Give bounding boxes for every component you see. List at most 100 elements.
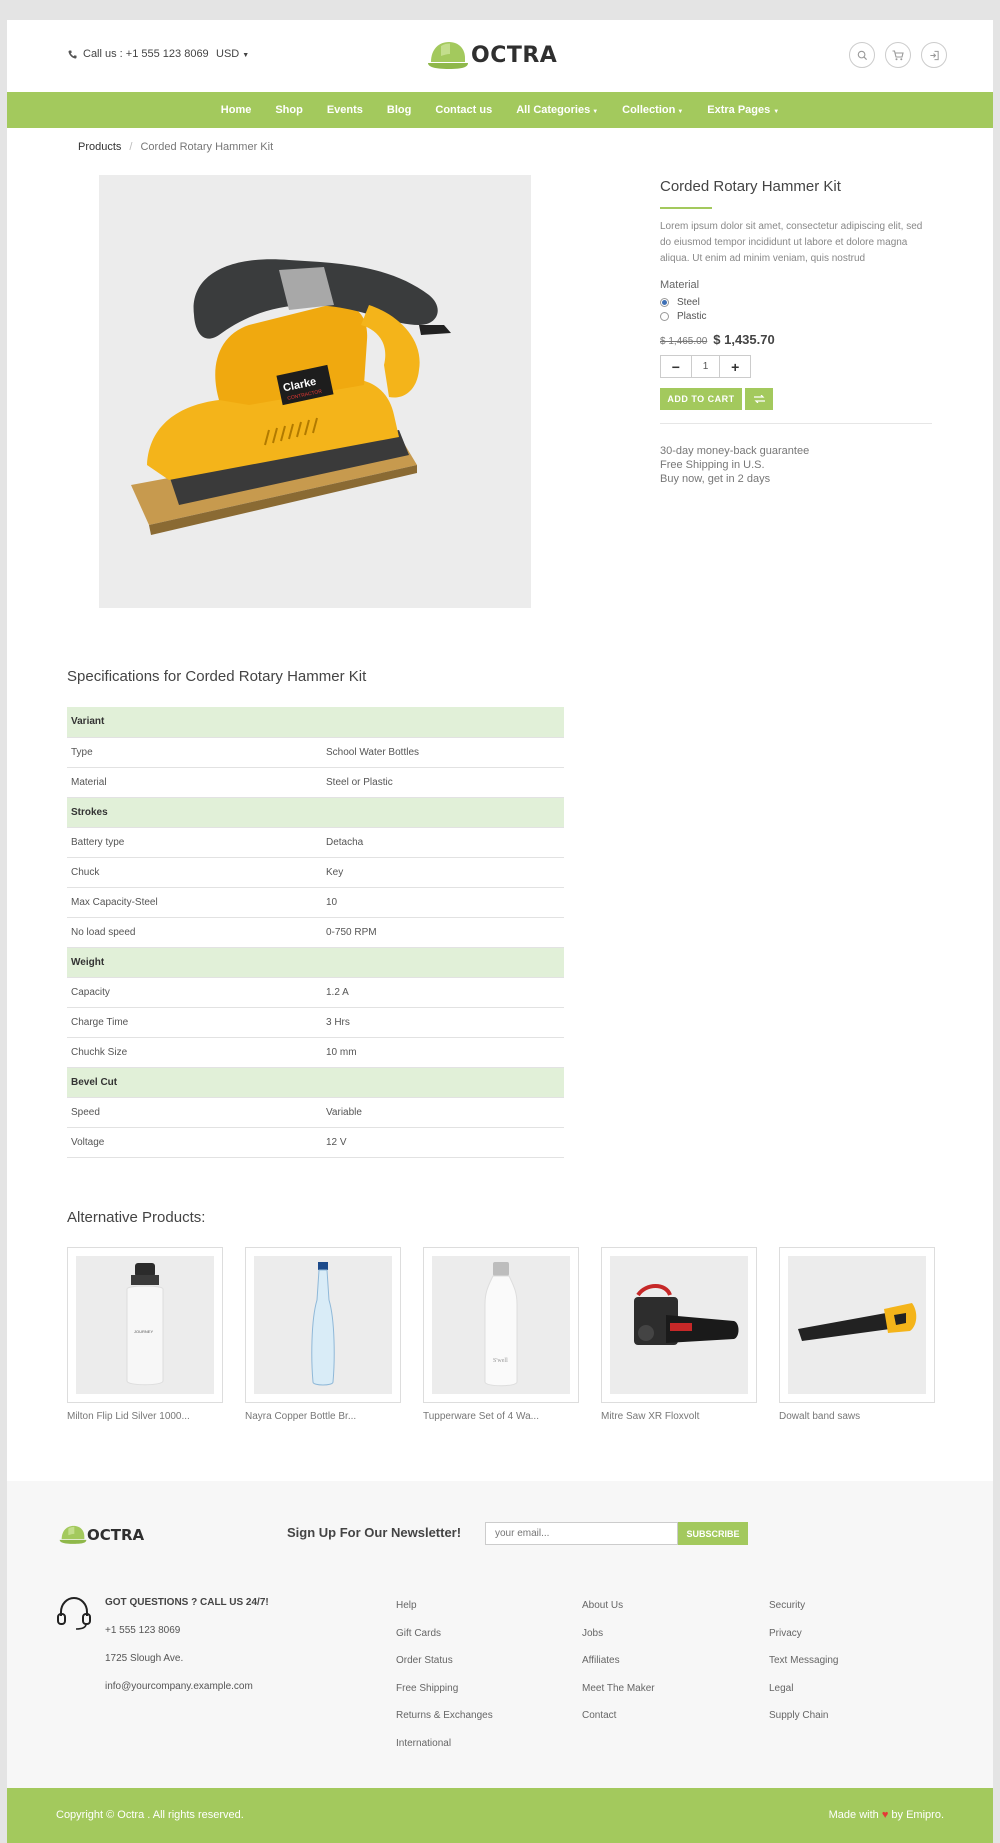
spec-value: School Water Bottles (322, 737, 564, 768)
breadcrumb: Products / Corded Rotary Hammer Kit (78, 141, 273, 153)
made-by-link[interactable]: by Emipro. (891, 1809, 944, 1821)
alternative-product-name[interactable]: Milton Flip Lid Silver 1000... (67, 1411, 223, 1422)
increase-button[interactable]: + (720, 356, 750, 377)
spec-key: Chuck (67, 857, 322, 888)
nav-shop[interactable]: Shop (275, 104, 303, 116)
alternative-product[interactable]: Nayra Copper Bottle Br... (245, 1247, 401, 1422)
search-button[interactable] (849, 42, 875, 68)
subscribe-button[interactable]: SUBSCRIBE (678, 1522, 748, 1545)
spec-value: 10 mm (322, 1037, 564, 1068)
contact-email[interactable]: info@yourcompany.example.com (105, 1681, 269, 1709)
spec-row: Chuck Key (67, 857, 564, 888)
spec-key: No load speed (67, 917, 322, 948)
spec-key: Material (67, 767, 322, 798)
footer-link[interactable]: Contact (582, 1710, 655, 1738)
product-card[interactable] (779, 1247, 935, 1403)
nav-all-categories[interactable]: All Categories ▼ (516, 104, 598, 116)
steel-bottle-icon: S'well (484, 1262, 518, 1387)
spec-key: Speed (67, 1097, 322, 1128)
alternative-product[interactable]: Dowalt band saws (779, 1247, 935, 1422)
footer-link[interactable]: International (396, 1738, 493, 1766)
headset-icon (55, 1594, 93, 1637)
product-card[interactable] (601, 1247, 757, 1403)
alternative-product-name[interactable]: Nayra Copper Bottle Br... (245, 1411, 401, 1422)
spec-row: Material Steel or Plastic (67, 767, 564, 798)
footer-link[interactable]: Affiliates (582, 1655, 655, 1683)
material-option-plastic[interactable]: Plastic (660, 311, 935, 322)
product-thumbnail (254, 1256, 392, 1394)
product-thumbnail (788, 1256, 926, 1394)
compare-icon (753, 395, 765, 403)
nav-extra-pages[interactable]: Extra Pages ▼ (707, 104, 779, 116)
spec-row: Voltage 12 V (67, 1127, 564, 1158)
decrease-button[interactable]: − (661, 356, 691, 377)
footer-link[interactable]: Free Shipping (396, 1683, 493, 1711)
alternative-product[interactable]: S'well Tupperware Set of 4 Wa... (423, 1247, 579, 1422)
nav-blog[interactable]: Blog (387, 104, 411, 116)
cart-icon (892, 49, 904, 60)
title-underline (660, 207, 712, 209)
add-to-cart-button[interactable]: ADD TO CART (660, 388, 742, 410)
logo[interactable]: OCTRA (427, 38, 557, 72)
alternative-product-name[interactable]: Dowalt band saws (779, 1411, 935, 1422)
footer-link[interactable]: Privacy (769, 1628, 838, 1656)
spec-value: Steel or Plastic (322, 767, 564, 798)
copyright-bar: Copyright © Octra . All rights reserved.… (7, 1788, 993, 1843)
footer-link[interactable]: Text Messaging (769, 1655, 838, 1683)
footer-link[interactable]: About Us (582, 1600, 655, 1628)
alternative-product-name[interactable]: Mitre Saw XR Floxvolt (601, 1411, 757, 1422)
header-icons (849, 42, 947, 68)
breadcrumb-products[interactable]: Products (78, 141, 121, 153)
nav-contact-us[interactable]: Contact us (435, 104, 492, 116)
quantity-input[interactable]: 1 (690, 356, 721, 377)
material-option-steel[interactable]: Steel (660, 297, 935, 308)
spec-key: Type (67, 737, 322, 768)
footer-link[interactable]: Order Status (396, 1655, 493, 1683)
product-card[interactable]: S'well (423, 1247, 579, 1403)
footer-links-col-3: Security Privacy Text Messaging Legal Su… (769, 1600, 838, 1738)
guarantee-text: 30-day money-back guarantee Free Shippin… (660, 444, 935, 486)
spec-group-row: Strokes (67, 797, 564, 828)
footer-link[interactable]: Security (769, 1600, 838, 1628)
footer-link[interactable]: Jobs (582, 1628, 655, 1656)
breadcrumb-current: Corded Rotary Hammer Kit (140, 141, 274, 153)
spec-key: Capacity (67, 977, 322, 1008)
radio-icon[interactable] (660, 312, 669, 321)
footer-link[interactable]: Gift Cards (396, 1628, 493, 1656)
footer-link[interactable]: Returns & Exchanges (396, 1710, 493, 1738)
nav-events[interactable]: Events (327, 104, 363, 116)
alternative-product[interactable]: JOURNEY Milton Flip Lid Silver 1000... (67, 1247, 223, 1422)
product-card[interactable] (245, 1247, 401, 1403)
footer-link[interactable]: Legal (769, 1683, 838, 1711)
spec-row: Charge Time 3 Hrs (67, 1007, 564, 1038)
product-info: Corded Rotary Hammer Kit Lorem ipsum dol… (660, 178, 935, 486)
radio-selected-icon[interactable] (660, 298, 669, 307)
spec-group-name: Bevel Cut (67, 1067, 564, 1098)
spec-group-row: Variant (67, 707, 564, 738)
footer-links-col-2: About Us Jobs Affiliates Meet The Maker … (582, 1600, 655, 1738)
currency-dropdown[interactable]: USD ▼ (216, 48, 249, 60)
material-plastic-label: Plastic (677, 311, 707, 322)
spec-row: Chuchk Size 10 mm (67, 1037, 564, 1068)
alternative-product-name[interactable]: Tupperware Set of 4 Wa... (423, 1411, 579, 1422)
newsletter-email-input[interactable] (485, 1522, 678, 1545)
nav-home[interactable]: Home (221, 104, 252, 116)
call-info: Call us : +1 555 123 8069 (68, 48, 209, 60)
spec-row: Battery type Detacha (67, 827, 564, 858)
footer-link[interactable]: Meet The Maker (582, 1683, 655, 1711)
material-label: Material (660, 279, 700, 291)
nav-collection[interactable]: Collection ▼ (622, 104, 683, 116)
footer-logo[interactable]: OCTRA (59, 1523, 144, 1546)
compare-button[interactable] (745, 388, 773, 410)
product-image[interactable]: Clarke CONTRACTOR (99, 175, 531, 608)
footer-link[interactable]: Supply Chain (769, 1710, 838, 1738)
login-button[interactable] (921, 42, 947, 68)
spec-group-row: Bevel Cut (67, 1067, 564, 1098)
material-steel-label: Steel (677, 297, 700, 308)
spec-row: Type School Water Bottles (67, 737, 564, 768)
cart-button[interactable] (885, 42, 911, 68)
spec-row: No load speed 0-750 RPM (67, 917, 564, 948)
footer-link[interactable]: Help (396, 1600, 493, 1628)
product-card[interactable]: JOURNEY (67, 1247, 223, 1403)
alternative-product[interactable]: Mitre Saw XR Floxvolt (601, 1247, 757, 1422)
